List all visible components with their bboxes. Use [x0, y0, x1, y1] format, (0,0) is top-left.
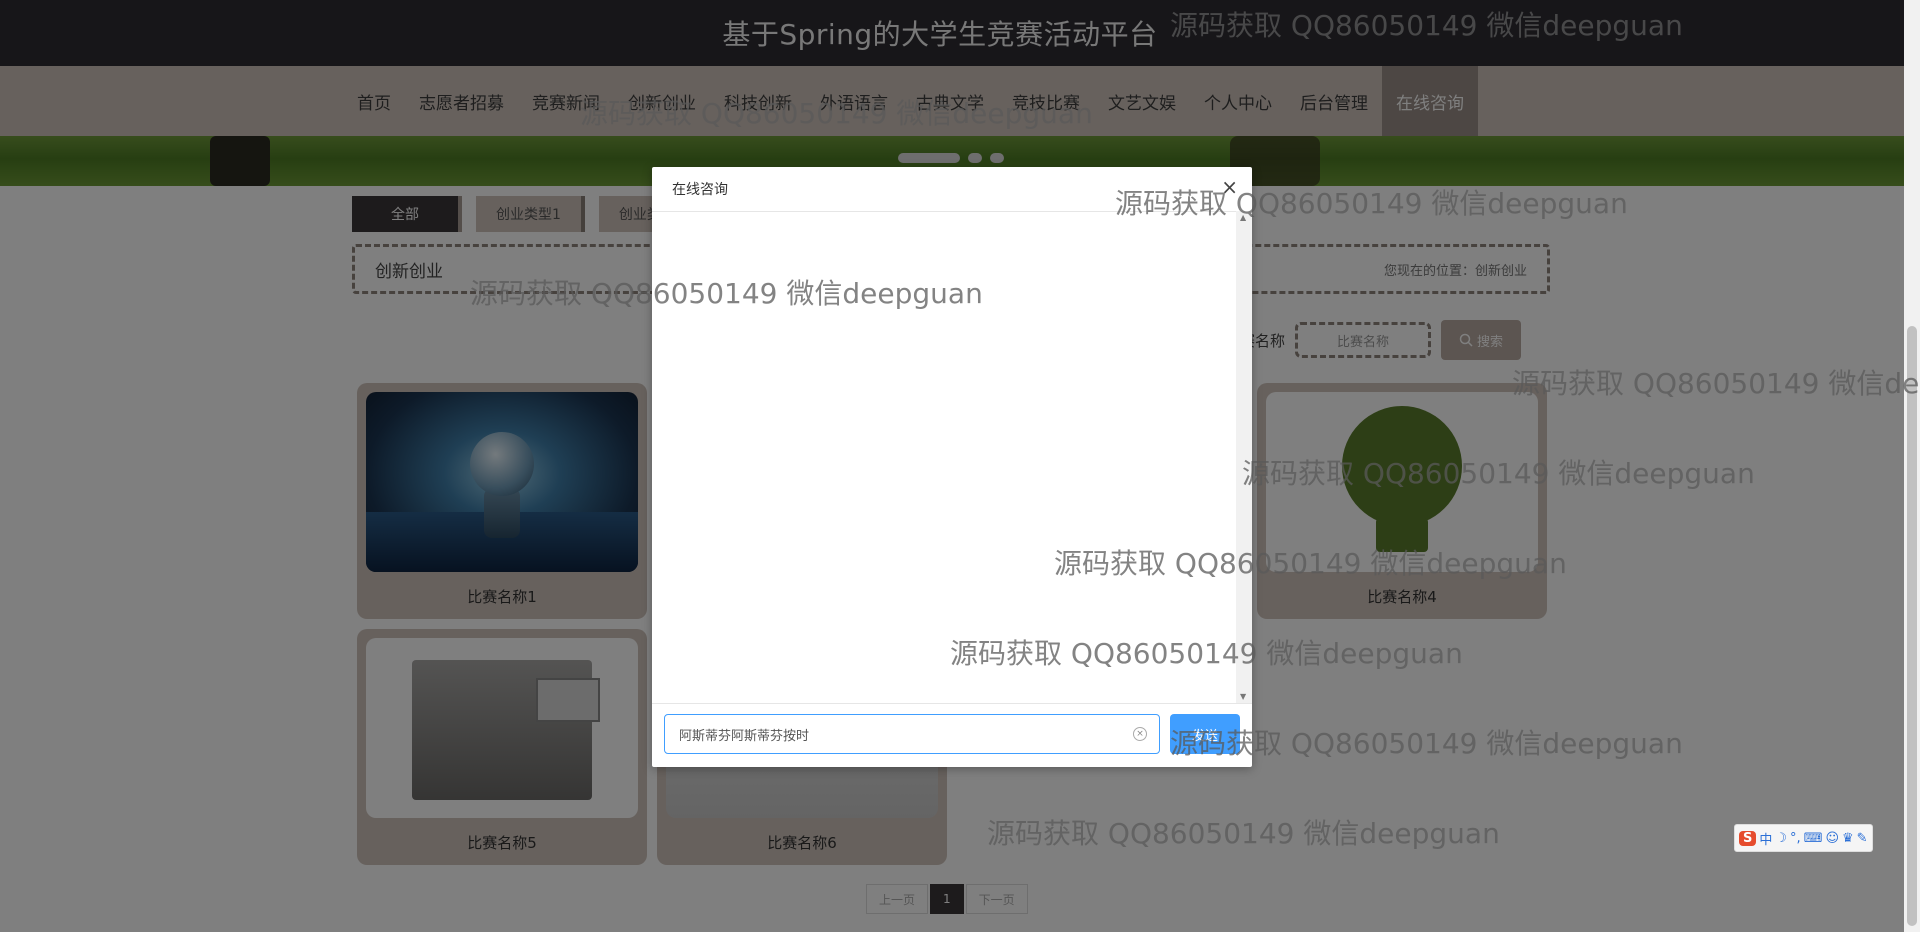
scroll-up-icon[interactable]: ▲	[1240, 213, 1246, 222]
keyboard-icon[interactable]: ⌨	[1804, 831, 1823, 846]
page-scrollbar[interactable]	[1904, 0, 1920, 932]
wrench-icon[interactable]: ✎	[1857, 831, 1868, 846]
ime-mode-label[interactable]: 中	[1759, 829, 1772, 848]
chat-messages	[652, 211, 1236, 703]
moon-icon[interactable]: ☽	[1775, 831, 1787, 846]
clear-icon[interactable]: ×	[1133, 727, 1147, 741]
send-button[interactable]: 发送	[1170, 714, 1240, 754]
chat-scrollbar[interactable]: ▲ ▼	[1236, 211, 1252, 703]
message-input[interactable]	[664, 714, 1160, 754]
consult-dialog: 在线咨询 × ▲ ▼ × 发送	[652, 167, 1252, 767]
scroll-down-icon[interactable]: ▼	[1240, 692, 1246, 701]
close-icon[interactable]: ×	[1221, 175, 1238, 199]
scrollbar-thumb[interactable]	[1907, 326, 1917, 926]
chat-footer: × 发送	[652, 703, 1252, 768]
dialog-header: 在线咨询 ×	[652, 167, 1252, 212]
ime-toolbar[interactable]: S 中 ☽ °, ⌨ ☺ ♛ ✎	[1734, 824, 1873, 852]
user-icon[interactable]: ☺	[1825, 831, 1839, 846]
sogou-logo-icon: S	[1739, 830, 1757, 846]
shirt-icon[interactable]: ♛	[1842, 831, 1854, 846]
punctuation-icon[interactable]: °,	[1790, 831, 1801, 846]
dialog-title: 在线咨询	[672, 182, 728, 198]
